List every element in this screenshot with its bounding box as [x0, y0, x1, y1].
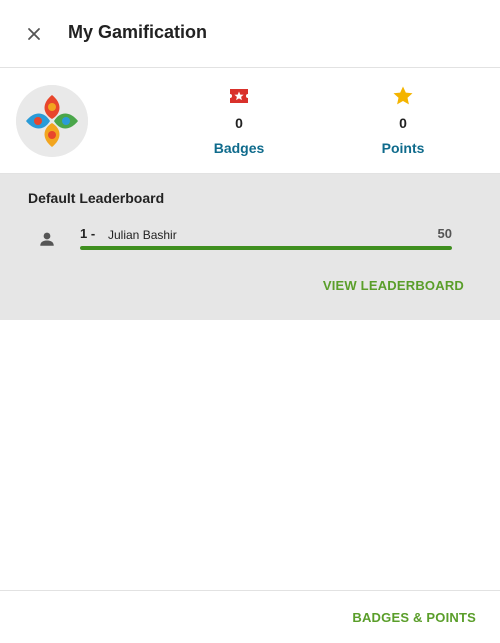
leaderboard-score: 50: [437, 226, 452, 241]
header: My Gamification: [0, 0, 500, 68]
leaderboard-rank: 1 -: [80, 226, 96, 241]
leaderboard-row: 1 - Julian Bashir 50: [28, 224, 458, 256]
close-icon[interactable]: [27, 27, 41, 41]
leaderboard-player-name: Julian Bashir: [108, 228, 177, 242]
close-button[interactable]: [22, 22, 46, 46]
logo-avatar: [16, 85, 88, 157]
profile-summary: 0 Badges 0 Points: [0, 68, 500, 174]
badge-ticket-icon: [230, 89, 248, 103]
points-count: 0: [399, 115, 407, 131]
person-icon: [40, 232, 54, 246]
badges-label[interactable]: Badges: [179, 140, 299, 156]
view-leaderboard-button[interactable]: VIEW LEADERBOARD: [323, 278, 464, 293]
badges-count: 0: [235, 115, 243, 131]
leaderboard-progress-fill: [80, 246, 452, 250]
footer: BADGES & POINTS: [0, 590, 500, 643]
points-label[interactable]: Points: [343, 140, 463, 156]
leaderboard-progress: [80, 246, 452, 250]
badges-points-button[interactable]: BADGES & POINTS: [352, 610, 476, 625]
avatar: [16, 85, 88, 157]
leaderboard-title: Default Leaderboard: [28, 190, 165, 206]
leaderboard-panel: Default Leaderboard 1 - Julian Bashir 50…: [0, 174, 500, 320]
points-stat[interactable]: 0 Points: [343, 84, 463, 156]
page-title: My Gamification: [68, 22, 208, 42]
star-icon: [393, 86, 413, 105]
badges-stat[interactable]: 0 Badges: [179, 84, 299, 156]
